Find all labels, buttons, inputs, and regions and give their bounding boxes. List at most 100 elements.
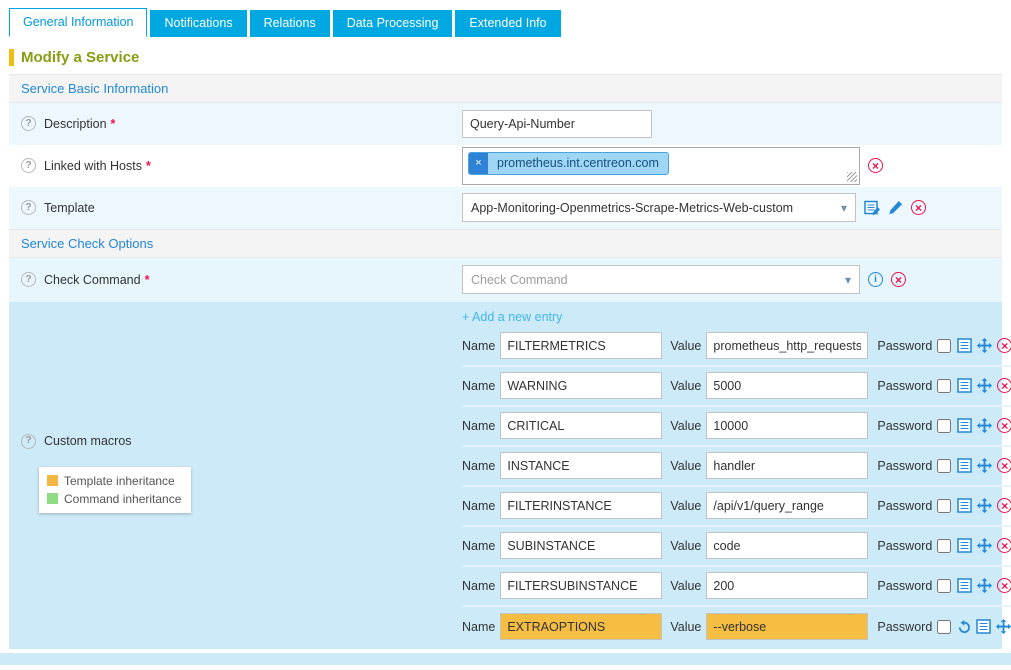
macro-description-icon[interactable] [957,338,972,353]
macro-row: Name Value Password [462,607,1011,647]
required-marker: * [146,159,151,173]
linked-hosts-multiselect[interactable]: × prometheus.int.centreon.com [462,147,860,185]
macro-description-icon[interactable] [957,498,972,513]
move-icon[interactable] [977,538,992,553]
tab-extended-info[interactable]: Extended Info [455,10,560,37]
host-chip-label: prometheus.int.centreon.com [488,153,668,174]
macro-description-icon[interactable] [976,619,991,634]
view-template-icon[interactable] [864,200,880,216]
check-command-placeholder: Check Command [471,273,568,287]
add-macro-link[interactable]: + Add a new entry [462,302,562,327]
macro-description-icon[interactable] [957,418,972,433]
macro-description-icon[interactable] [957,458,972,473]
macro-value-label: Value [670,499,701,513]
resize-grip-icon[interactable] [847,172,857,182]
chip-remove-icon[interactable]: × [469,153,488,174]
macro-value-input[interactable] [706,372,868,399]
macro-value-label: Value [670,419,701,433]
legend-item-command-inheritance: Command inheritance [47,492,183,506]
move-icon[interactable] [977,418,992,433]
move-icon[interactable] [977,498,992,513]
delete-macro-icon[interactable] [997,418,1011,433]
macro-name-label: Name [462,419,495,433]
description-label: Description [44,117,107,131]
password-checkbox[interactable] [937,419,951,433]
move-icon[interactable] [977,458,992,473]
clear-template-icon[interactable] [911,200,926,215]
delete-macro-icon[interactable] [997,538,1011,553]
delete-macro-icon[interactable] [997,378,1011,393]
info-icon[interactable] [868,272,883,287]
password-checkbox[interactable] [937,459,951,473]
move-icon[interactable] [996,619,1011,634]
template-select[interactable]: App-Monitoring-Openmetrics-Scrape-Metric… [462,193,856,222]
password-checkbox[interactable] [937,539,951,553]
macro-description-icon[interactable] [957,538,972,553]
delete-macro-icon[interactable] [997,578,1011,593]
delete-macro-icon[interactable] [997,498,1011,513]
help-icon [21,200,36,215]
custom-macros-label: Custom macros [44,434,132,448]
macro-name-input[interactable] [500,572,662,599]
macro-value-input[interactable] [706,332,868,359]
macro-value-label: Value [670,379,701,393]
macro-value-input[interactable] [706,452,868,479]
macro-name-label: Name [462,620,495,634]
move-icon[interactable] [977,338,992,353]
delete-macro-icon[interactable] [997,458,1011,473]
tab-general-information[interactable]: General Information [9,8,147,37]
macro-password-label: Password [877,379,932,393]
template-inheritance-swatch [47,475,58,486]
description-row: Description * [9,103,1002,145]
next-section-strip [0,653,1011,665]
check-command-label: Check Command [44,273,141,287]
macro-description-icon[interactable] [957,378,972,393]
password-checkbox[interactable] [937,339,951,353]
undo-icon[interactable] [957,620,971,634]
macro-description-icon[interactable] [957,578,972,593]
password-checkbox[interactable] [937,379,951,393]
tab-relations[interactable]: Relations [250,10,330,37]
macro-name-input[interactable] [500,613,662,640]
macro-password-label: Password [877,419,932,433]
move-icon[interactable] [977,378,992,393]
check-command-select[interactable]: Check Command [462,265,860,294]
tab-bar: General Information Notifications Relati… [0,0,1011,37]
clear-hosts-icon[interactable] [868,158,883,173]
macro-row: Name Value Password [462,487,1011,527]
clear-check-command-icon[interactable] [891,272,906,287]
help-icon [21,272,36,287]
page-title: Modify a Service [9,49,139,66]
macro-name-label: Name [462,499,495,513]
macro-value-input[interactable] [706,492,868,519]
macro-password-label: Password [877,620,932,634]
move-icon[interactable] [977,578,992,593]
edit-template-icon[interactable] [888,200,903,215]
macro-name-input[interactable] [500,492,662,519]
linked-hosts-row: Linked with Hosts * × prometheus.int.cen… [9,145,1002,187]
template-row: Template App-Monitoring-Openmetrics-Scra… [9,187,1002,229]
macro-value-input[interactable] [706,412,868,439]
delete-macro-icon[interactable] [997,338,1011,353]
tab-notifications[interactable]: Notifications [150,10,246,37]
macro-password-label: Password [877,539,932,553]
tab-data-processing[interactable]: Data Processing [333,10,453,37]
macro-value-label: Value [670,459,701,473]
macro-value-input[interactable] [706,532,868,559]
password-checkbox[interactable] [937,579,951,593]
macro-password-label: Password [877,579,932,593]
macro-name-input[interactable] [500,332,662,359]
macro-name-input[interactable] [500,372,662,399]
macro-name-label: Name [462,339,495,353]
macro-value-input[interactable] [706,572,868,599]
macro-password-label: Password [877,339,932,353]
macro-name-input[interactable] [500,532,662,559]
macro-name-input[interactable] [500,452,662,479]
section-basic-information: Service Basic Information [9,74,1002,103]
legend-label: Command inheritance [64,492,181,506]
password-checkbox[interactable] [937,499,951,513]
password-checkbox[interactable] [937,620,951,634]
description-input[interactable] [462,110,652,138]
macro-value-input[interactable] [706,613,868,640]
macro-name-input[interactable] [500,412,662,439]
